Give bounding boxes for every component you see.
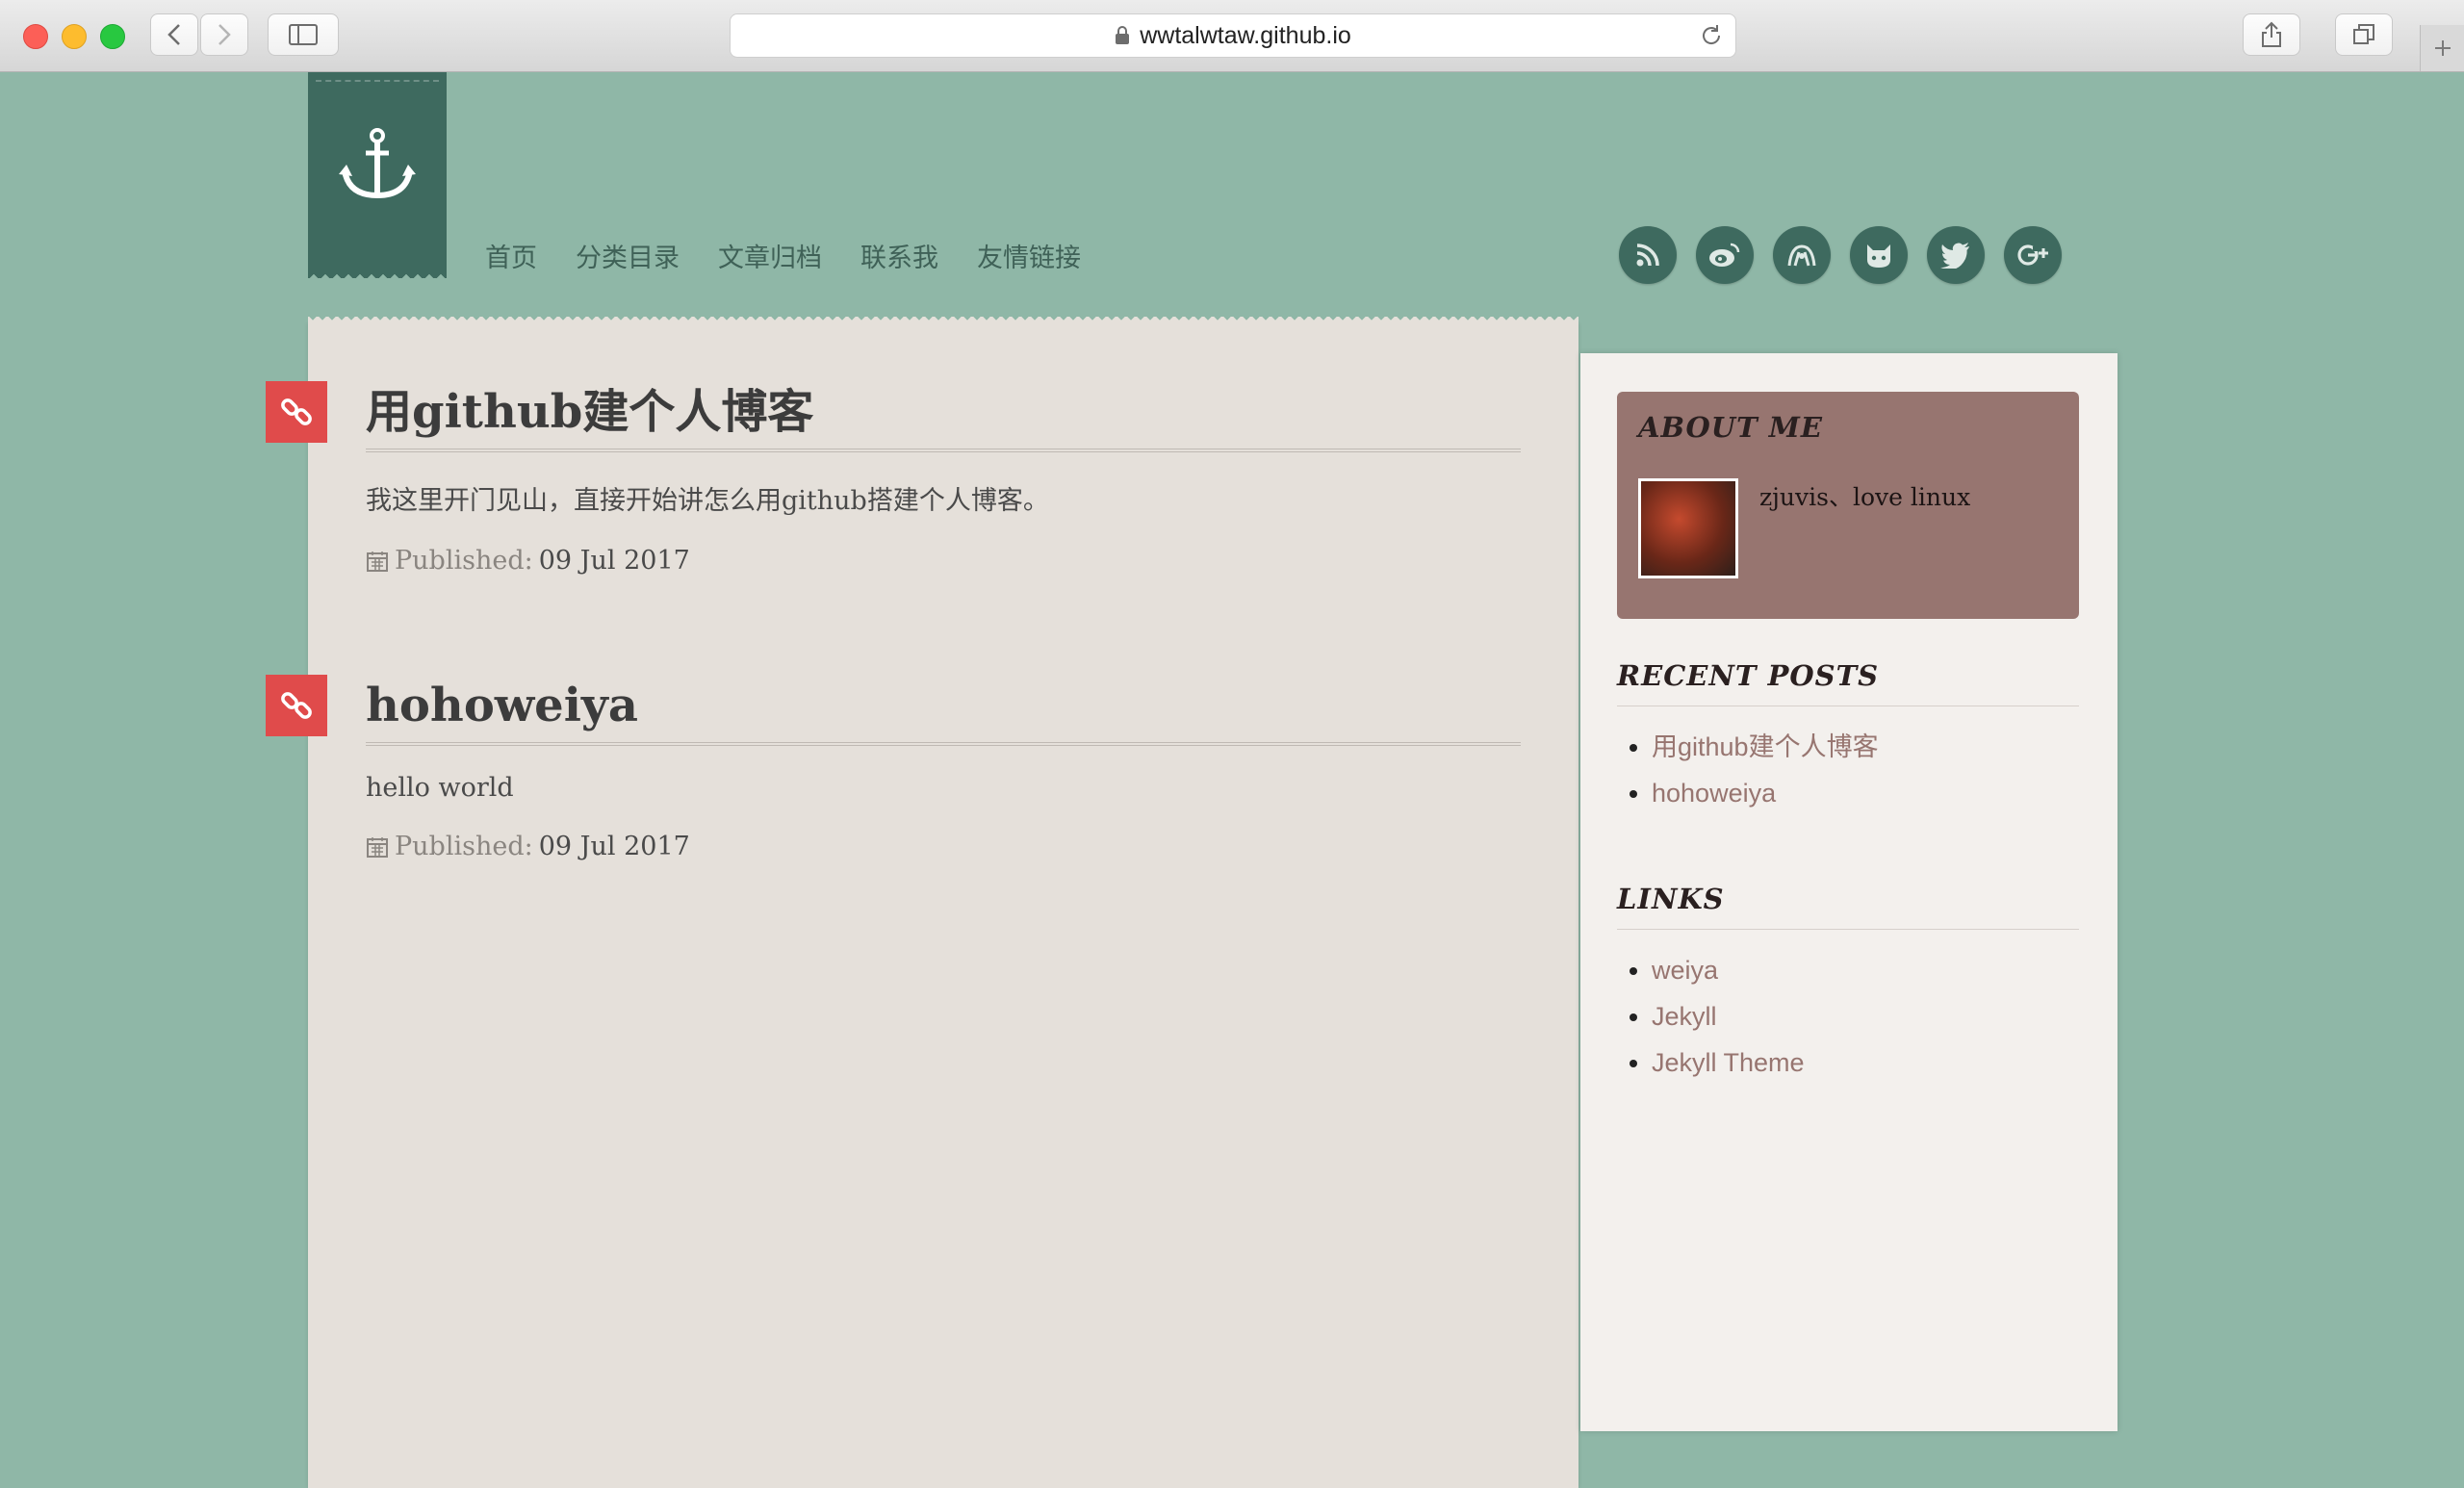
avatar (1638, 478, 1738, 578)
new-tab-button[interactable] (2420, 25, 2464, 71)
share-icon (2262, 21, 2281, 47)
list-item: Jekyll (1652, 993, 2079, 1039)
recent-posts-title: RECENT POSTS (1617, 659, 2079, 706)
list-item: hohoweiya (1652, 770, 2079, 816)
link-jekyll[interactable]: Jekyll (1652, 1002, 1717, 1031)
links-title: LINKS (1617, 883, 2079, 930)
tabs-icon (2353, 24, 2374, 44)
nav-item-home[interactable]: 首页 (485, 237, 537, 274)
chevron-left-icon (167, 24, 180, 45)
sidebar-icon (289, 24, 318, 45)
google-plus-icon[interactable] (2004, 226, 2062, 284)
social-links (1619, 226, 2062, 284)
nav-item-categories[interactable]: 分类目录 (576, 237, 680, 274)
link-jekyll-theme[interactable]: Jekyll Theme (1652, 1048, 1805, 1077)
close-window-button[interactable] (23, 24, 48, 49)
github-icon[interactable] (1850, 226, 1908, 284)
recent-post-link[interactable]: hohoweiya (1652, 779, 1776, 808)
calendar-icon (367, 836, 388, 858)
logo-stitch (316, 80, 439, 82)
sidebar-toggle-button[interactable] (268, 13, 339, 56)
address-bar[interactable]: wwtalwtaw.github.io (730, 13, 1736, 58)
post-permalink-button[interactable] (266, 675, 327, 736)
about-me-widget: ABOUT ME zjuvis、love linux (1617, 392, 2079, 619)
post-date: 09 Jul 2017 (538, 546, 690, 576)
main-navigation: 首页 分类目录 文章归档 联系我 友情链接 (485, 237, 1081, 274)
post-title[interactable]: hohoweiya (366, 675, 1521, 746)
forward-button[interactable] (200, 13, 248, 56)
links-list: weiya Jekyll Jekyll Theme (1617, 947, 2079, 1086)
site-logo[interactable] (308, 72, 447, 278)
post-meta: Published: 09 Jul 2017 (366, 832, 1521, 861)
about-me-title: ABOUT ME (1638, 411, 1823, 444)
published-label: Published: (395, 546, 533, 576)
main-content: 用github建个人博客 我这里开门见山，直接开始讲怎么用github搭建个人博… (266, 317, 1578, 1488)
plus-icon (2435, 40, 2451, 56)
link-weiya[interactable]: weiya (1652, 956, 1718, 985)
browser-toolbar: wwtalwtaw.github.io (0, 0, 2464, 72)
weibo-icon[interactable] (1696, 226, 1754, 284)
show-tabs-button[interactable] (2335, 13, 2393, 56)
nav-item-archives[interactable]: 文章归档 (718, 237, 822, 274)
post-meta: Published: 09 Jul 2017 (366, 546, 1521, 576)
list-item: weiya (1652, 947, 2079, 993)
back-button[interactable] (150, 13, 198, 56)
post-excerpt: hello world (366, 773, 514, 803)
link-icon (281, 692, 312, 719)
post-entry: 用github建个人博客 我这里开门见山，直接开始讲怎么用github搭建个人博… (266, 381, 1521, 576)
recent-posts-widget: RECENT POSTS 用github建个人博客 hohoweiya (1617, 659, 2079, 816)
minimize-window-button[interactable] (62, 24, 87, 49)
lock-icon (1116, 26, 1130, 44)
post-title[interactable]: 用github建个人博客 (366, 381, 1521, 452)
list-item: Jekyll Theme (1652, 1039, 2079, 1086)
links-widget: LINKS weiya Jekyll Jekyll Theme (1617, 883, 2079, 1086)
douban-icon[interactable] (1773, 226, 1831, 284)
post-date: 09 Jul 2017 (538, 832, 690, 861)
recent-posts-list: 用github建个人博客 hohoweiya (1617, 724, 2079, 816)
recent-post-link[interactable]: 用github建个人博客 (1652, 732, 1879, 761)
anchor-icon (339, 128, 416, 199)
list-item: 用github建个人博客 (1652, 724, 2079, 770)
zoom-window-button[interactable] (100, 24, 125, 49)
link-icon (281, 398, 312, 425)
share-button[interactable] (2243, 13, 2300, 56)
sidebar: ABOUT ME zjuvis、love linux RECENT POSTS … (1580, 353, 2118, 1431)
rss-icon[interactable] (1619, 226, 1677, 284)
post-entry: hohoweiya hello world Published: 09 Jul … (266, 675, 1521, 861)
nav-item-contact[interactable]: 联系我 (860, 237, 938, 274)
about-me-bio: zjuvis、love linux (1759, 483, 1971, 511)
reload-icon[interactable] (1699, 23, 1724, 48)
chevron-right-icon (218, 24, 231, 45)
published-label: Published: (395, 832, 533, 861)
post-excerpt: 我这里开门见山，直接开始讲怎么用github搭建个人博客。 (366, 486, 1049, 516)
nav-item-friend-links[interactable]: 友情链接 (977, 237, 1081, 274)
twitter-icon[interactable] (1927, 226, 1985, 284)
calendar-icon (367, 551, 388, 572)
post-permalink-button[interactable] (266, 381, 327, 443)
url-text: wwtalwtaw.github.io (1140, 21, 1351, 49)
